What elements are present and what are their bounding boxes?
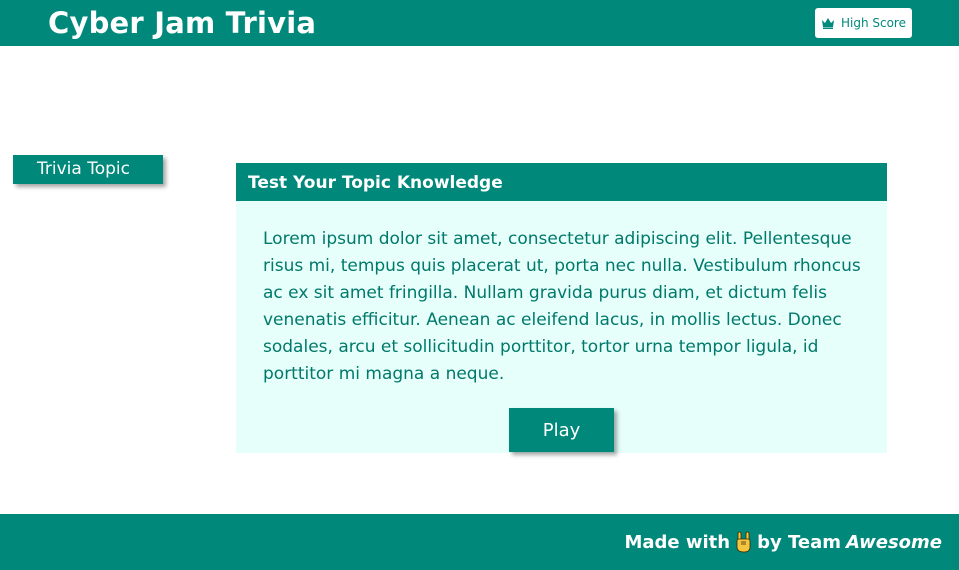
footer-credit: Made with by Team Awesome [624,531,942,553]
high-score-label: High Score [840,16,906,30]
page: Cyber Jam Trivia High Score Trivia Topic… [0,0,959,570]
trivia-topic-button[interactable]: Trivia Topic [13,155,163,184]
topic-card: Test Your Topic Knowledge Lorem ipsum do… [236,163,887,453]
crown-icon [821,18,834,29]
app-title: Cyber Jam Trivia [48,6,317,40]
play-button[interactable]: Play [509,408,614,452]
rock-on-hand-icon [736,531,751,553]
footer-by-team: by Team [757,531,841,553]
top-header: Cyber Jam Trivia High Score [0,0,959,46]
card-title: Test Your Topic Knowledge [236,163,887,201]
footer: Made with by Team Awesome [0,514,959,570]
card-description: Lorem ipsum dolor sit amet, consectetur … [263,229,861,384]
high-score-button[interactable]: High Score [815,8,912,38]
footer-team-name: Awesome [845,531,942,553]
footer-made-with: Made with [624,531,731,553]
